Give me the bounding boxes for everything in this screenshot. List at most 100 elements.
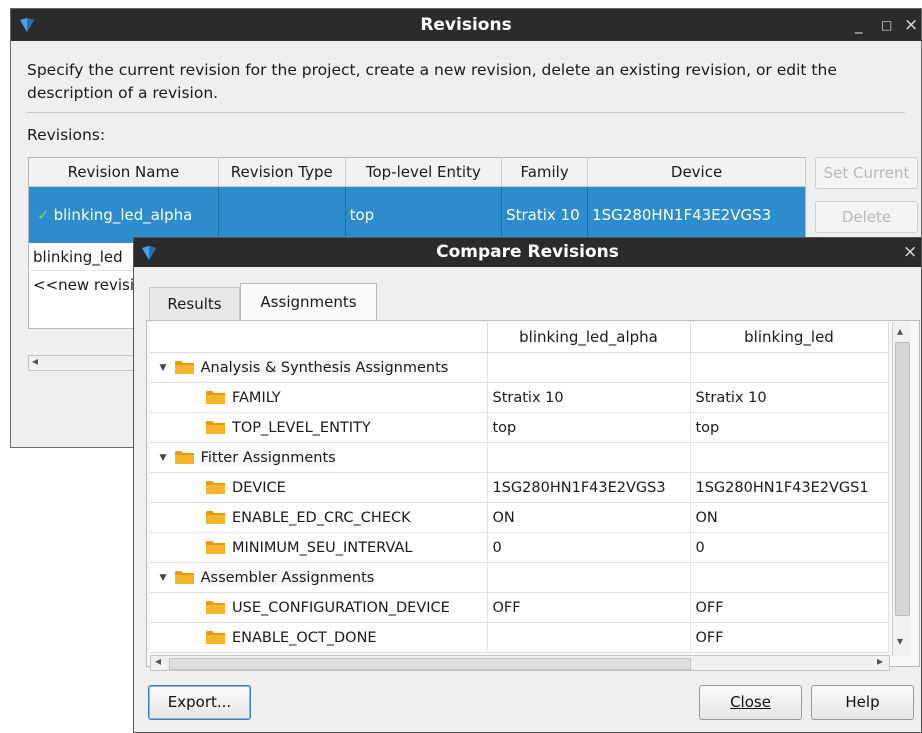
assignment-name-cell: FAMILY [150, 382, 488, 413]
group-led-cell [690, 352, 889, 383]
assignment-alpha-value: Stratix 10 [487, 382, 691, 413]
folder-icon [206, 630, 226, 645]
assignment-alpha-value: 0 [487, 532, 691, 563]
folder-icon [174, 360, 195, 375]
assignment-led-value: ON [690, 502, 889, 533]
group-label: Assembler Assignments [200, 569, 375, 586]
assignment-row[interactable]: MINIMUM_SEU_INTERVAL 0 0 [150, 532, 889, 563]
assignment-led-value: Stratix 10 [690, 382, 889, 413]
help-button[interactable]: Help [811, 685, 914, 720]
assignment-name-cell: ENABLE_ED_CRC_CHECK [150, 502, 488, 533]
export-button[interactable]: Export... [148, 685, 251, 720]
assignment-led-value: OFF [690, 622, 889, 653]
cell-device: 1SG280HN1F43E2VGS3 [587, 186, 806, 243]
group-row[interactable]: ▼ Fitter Assignments [150, 442, 889, 473]
minimize-button[interactable]: _ [855, 9, 863, 41]
close-button[interactable]: × [904, 9, 918, 41]
assignment-name-cell: DEVICE [150, 472, 488, 503]
assignment-row[interactable]: ENABLE_OCT_DONE OFF [150, 622, 889, 653]
col-family[interactable]: Family [501, 157, 589, 187]
group-label: Fitter Assignments [200, 449, 336, 466]
col-device[interactable]: Device [587, 157, 806, 187]
assignment-name: USE_CONFIGURATION_DEVICE [232, 599, 450, 616]
assignment-name-cell: ENABLE_OCT_DONE [150, 622, 488, 653]
revisions-horizontal-scrollbar[interactable]: ◂ [28, 354, 148, 371]
assignment-name: ENABLE_ED_CRC_CHECK [232, 509, 411, 526]
delete-button[interactable]: Delete [815, 201, 918, 233]
scroll-down-icon[interactable]: ▾ [897, 634, 903, 648]
assignment-led-value: top [690, 412, 889, 443]
folder-icon [206, 420, 226, 435]
col-top-level-entity[interactable]: Top-level Entity [345, 157, 503, 187]
scroll-right-icon[interactable]: ▸ [877, 654, 883, 668]
assignment-row[interactable]: DEVICE 1SG280HN1F43E2VGS3 1SG280HN1F43E2VG… [150, 472, 889, 503]
compare-titlebar[interactable]: Compare Revisions [134, 238, 921, 267]
assignment-name-cell: USE_CONFIGURATION_DEVICE [150, 592, 488, 623]
assignment-name-cell: TOP_LEVEL_ENTITY [150, 412, 488, 443]
current-check-icon: ✓ [37, 206, 50, 224]
scroll-left-icon[interactable]: ◂ [155, 654, 161, 668]
assignments-body: ▼ Analysis & Synthesis Assignments FAMILY… [150, 352, 889, 653]
group-led-cell [690, 562, 889, 593]
revisions-title: Revisions [420, 15, 512, 35]
assignment-alpha-value: OFF [487, 592, 691, 623]
assignment-name: TOP_LEVEL_ENTITY [232, 419, 371, 436]
scroll-thumb[interactable] [169, 658, 691, 670]
folder-icon [206, 390, 226, 405]
assignment-alpha-value [487, 622, 691, 653]
assignment-name: MINIMUM_SEU_INTERVAL [232, 539, 413, 556]
group-alpha-cell [487, 442, 691, 473]
cell-revision-name: ✓ blinking_led_alpha [28, 186, 219, 243]
cell-entity: top [345, 186, 503, 243]
assignment-row[interactable]: USE_CONFIGURATION_DEVICE OFF OFF [150, 592, 889, 623]
assignments-horizontal-scrollbar[interactable]: ◂ ▸ [150, 654, 890, 671]
revisions-header-row: Revision Name Revision Type Top-level En… [28, 157, 806, 187]
expand-arrow-icon[interactable]: ▼ [156, 573, 170, 583]
folder-icon [174, 450, 195, 465]
folder-icon [206, 540, 226, 555]
tab-assignments[interactable]: Assignments [240, 283, 377, 322]
assignment-led-value: 0 [690, 532, 889, 563]
group-name-cell: ▼ Assembler Assignments [150, 562, 488, 593]
expand-arrow-icon[interactable]: ▼ [156, 453, 170, 463]
close-button[interactable]: × [903, 238, 917, 267]
col-assignment[interactable] [150, 322, 488, 353]
col-revision-type[interactable]: Revision Type [218, 157, 346, 187]
set-current-button[interactable]: Set Current [815, 157, 918, 189]
assignment-row[interactable]: FAMILY Stratix 10 Stratix 10 [150, 382, 889, 413]
assignment-name-cell: MINIMUM_SEU_INTERVAL [150, 532, 488, 563]
app-icon [19, 17, 35, 33]
cell-family: Stratix 10 [501, 186, 589, 243]
maximize-button[interactable]: □ [881, 9, 892, 41]
assignments-vertical-scrollbar[interactable]: ▴ ▾ [892, 322, 910, 656]
cell-revision-type [218, 186, 346, 243]
scroll-left-icon[interactable]: ◂ [32, 354, 38, 368]
expand-arrow-icon[interactable]: ▼ [156, 363, 170, 373]
col-blinking-led[interactable]: blinking_led [690, 322, 889, 353]
folder-icon [206, 600, 226, 615]
assignment-alpha-value: 1SG280HN1F43E2VGS3 [487, 472, 691, 503]
assignment-row[interactable]: ENABLE_ED_CRC_CHECK ON ON [150, 502, 889, 533]
col-blinking-led-alpha[interactable]: blinking_led_alpha [487, 322, 691, 353]
tab-results[interactable]: Results [149, 287, 240, 320]
col-revision-name[interactable]: Revision Name [28, 157, 219, 187]
scroll-thumb[interactable] [895, 342, 910, 616]
scroll-up-icon[interactable]: ▴ [897, 324, 903, 338]
app-icon [141, 245, 157, 261]
close-dialog-button[interactable]: Close [699, 685, 802, 720]
assignment-name: DEVICE [232, 479, 286, 496]
folder-icon [206, 510, 226, 525]
group-label: Analysis & Synthesis Assignments [200, 359, 449, 376]
assignment-name: ENABLE_OCT_DONE [232, 629, 377, 646]
group-alpha-cell [487, 562, 691, 593]
folder-icon [206, 480, 226, 495]
separator [27, 112, 905, 113]
table-row-selected[interactable]: ✓ blinking_led_alpha top Stratix 10 1SG28… [28, 186, 806, 243]
group-row[interactable]: ▼ Analysis & Synthesis Assignments [150, 352, 889, 383]
revisions-titlebar[interactable]: Revisions [11, 9, 921, 41]
group-alpha-cell [487, 352, 691, 383]
assignments-table: blinking_led_alpha blinking_led ▼ Analys… [150, 322, 889, 653]
assignment-led-value: 1SG280HN1F43E2VGS1 [690, 472, 889, 503]
group-row[interactable]: ▼ Assembler Assignments [150, 562, 889, 593]
assignment-row[interactable]: TOP_LEVEL_ENTITY top top [150, 412, 889, 443]
